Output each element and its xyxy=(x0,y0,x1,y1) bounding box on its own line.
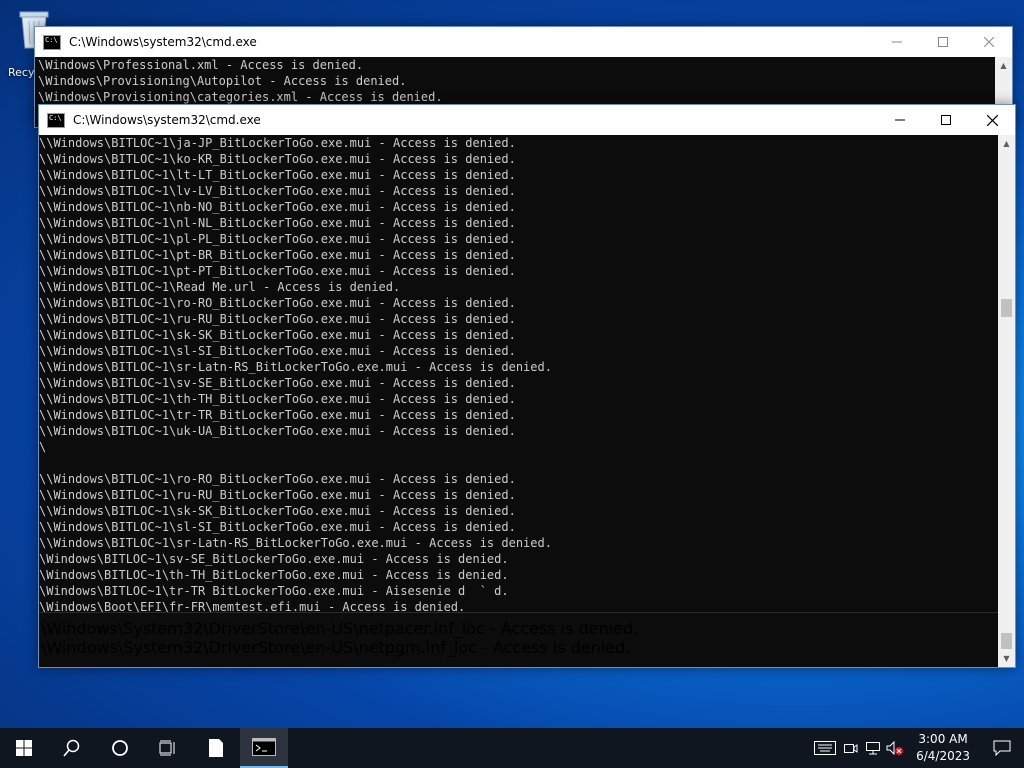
maximize-button[interactable] xyxy=(920,27,966,57)
console-line: \\Windows\BITLOC~1\ja-JP_BitLockerToGo.e… xyxy=(39,136,516,150)
console-line: \\Windows\BITLOC~1\sv-SE_BitLockerToGo.e… xyxy=(39,376,516,390)
console-line: \\Windows\BITLOC~1\pt-PT_BitLockerToGo.e… xyxy=(39,264,516,278)
scroll-down-arrow-icon[interactable]: ▼ xyxy=(998,650,1015,667)
console-line: \\Windows\BITLOC~1\sk-SK_BitLockerToGo.e… xyxy=(39,328,516,342)
network-icon[interactable] xyxy=(862,728,884,768)
console-line: \\Windows\BITLOC~1\sr-Latn-RS_BitLockerT… xyxy=(39,360,552,374)
console-line: \\Windows\BITLOC~1\th-TH_BitLockerToGo.e… xyxy=(39,392,516,406)
console-line: \Windows\BITLOC~1\sv-SE_BitLockerToGo.ex… xyxy=(39,552,509,566)
front-window-title: C:\Windows\system32\cmd.exe xyxy=(73,113,261,127)
console-line: \Windows\Provisioning\categories.xml - A… xyxy=(38,90,443,104)
cmd-app-icon xyxy=(43,34,61,50)
console-line: \\Windows\BITLOC~1\ro-RO_BitLockerToGo.e… xyxy=(39,472,516,486)
console-line: \\Windows\BITLOC~1\lv-LV_BitLockerToGo.e… xyxy=(39,184,516,198)
notification-icon xyxy=(993,740,1011,756)
console-line: \Windows\System32\DriverStore\en-US\netp… xyxy=(41,619,639,638)
action-center-button[interactable] xyxy=(980,728,1024,768)
maximize-icon xyxy=(941,115,951,125)
console-line: \\Windows\BITLOC~1\sl-SI_BitLockerToGo.e… xyxy=(39,520,516,534)
console-line: \\Windows\BITLOC~1\sr-Latn-RS_BitLockerT… xyxy=(39,536,552,550)
maximize-icon xyxy=(938,37,948,47)
task-view-button[interactable] xyxy=(144,728,192,768)
front-console-output[interactable]: \\Windows\BITLOC~1\ja-JP_BitLockerToGo.e… xyxy=(39,135,998,615)
console-line: \\Windows\BITLOC~1\pl-PL_BitLockerToGo.e… xyxy=(39,232,516,246)
cmd-window-front[interactable]: C:\Windows\system32\cmd.exe \\Windows\BI… xyxy=(38,104,1016,668)
cmd-taskbar-icon xyxy=(252,738,276,756)
console-line: \Windows\System32\DriverStore\en-US\netp… xyxy=(41,638,631,657)
minimize-icon xyxy=(892,41,902,43)
console-line: \\Windows\BITLOC~1\ro-RO_BitLockerToGo.e… xyxy=(39,296,516,310)
console-line: \Windows\Provisioning\Autopilot - Access… xyxy=(38,74,407,88)
taskbar-cmd[interactable] xyxy=(240,728,288,768)
console-line: \Windows\BITLOC~1\tr-TR BitLockerToGo.ex… xyxy=(39,584,509,598)
scroll-up-arrow-icon[interactable]: ▲ xyxy=(998,135,1015,152)
close-icon xyxy=(986,114,998,126)
console-line: \\Windows\BITLOC~1\ru-RU_BitLockerToGo.e… xyxy=(39,312,516,326)
volume-muted-icon[interactable] xyxy=(884,728,906,768)
minimize-icon xyxy=(895,119,905,121)
console-line: \\Windows\BITLOC~1\nl-NL_BitLockerToGo.e… xyxy=(39,216,516,230)
scroll-up-arrow-icon[interactable]: ▲ xyxy=(995,57,1012,74)
clock-date: 6/4/2023 xyxy=(916,749,970,763)
console-line: \\Windows\BITLOC~1\nb-NO_BitLockerToGo.e… xyxy=(39,200,516,214)
console-line: \\Windows\BITLOC~1\pt-BR_BitLockerToGo.e… xyxy=(39,248,516,262)
minimize-button[interactable] xyxy=(877,105,923,135)
clock-time: 3:00 AM xyxy=(918,732,968,746)
console-line: \\Windows\BITLOC~1\ru-RU_BitLockerToGo.e… xyxy=(39,488,516,502)
console-line: \\Windows\BITLOC~1\uk-UA_BitLockerToGo.e… xyxy=(39,424,516,438)
maximize-button[interactable] xyxy=(923,105,969,135)
cortana-circle-icon xyxy=(112,740,128,756)
cortana-button[interactable] xyxy=(96,728,144,768)
keyboard-icon[interactable] xyxy=(810,728,840,768)
close-button[interactable] xyxy=(969,105,1015,135)
system-tray: 3:00 AM 6/4/2023 xyxy=(810,728,1024,768)
console-overflow-output[interactable]: \Windows\System32\DriverStore\en-US\netp… xyxy=(39,612,998,659)
search-button[interactable] xyxy=(48,728,96,768)
document-icon xyxy=(209,739,223,757)
console-line: \Windows\BITLOC~1\th-TH_BitLockerToGo.ex… xyxy=(39,568,509,582)
back-window-titlebar[interactable]: C:\Windows\system32\cmd.exe xyxy=(35,27,1012,57)
scrollbar-thumb[interactable] xyxy=(1001,299,1012,317)
task-view-icon xyxy=(159,740,175,756)
meet-now-icon[interactable] xyxy=(840,728,862,768)
minimize-button[interactable] xyxy=(874,27,920,57)
taskbar: 3:00 AM 6/4/2023 xyxy=(0,728,1024,768)
console-line: \\Windows\BITLOC~1\lt-LT_BitLockerToGo.e… xyxy=(39,168,516,182)
console-line: \\Windows\BITLOC~1\sk-SK_BitLockerToGo.e… xyxy=(39,504,516,518)
cmd-app-icon xyxy=(47,112,65,128)
console-line: \ xyxy=(39,440,47,454)
console-line: \Windows\Professional.xml - Access is de… xyxy=(38,58,364,72)
front-window-titlebar[interactable]: C:\Windows\system32\cmd.exe xyxy=(39,105,1015,135)
search-icon xyxy=(63,739,80,757)
scrollbar-thumb-lower[interactable] xyxy=(1001,633,1012,649)
console-line: \\Windows\BITLOC~1\tr-TR_BitLockerToGo.e… xyxy=(39,408,516,422)
start-button[interactable] xyxy=(0,728,48,768)
close-icon xyxy=(984,37,994,47)
taskbar-file-explorer[interactable] xyxy=(192,728,240,768)
close-button[interactable] xyxy=(966,27,1012,57)
windows-logo-icon xyxy=(16,740,32,756)
console-line: \\Windows\BITLOC~1\ko-KR_BitLockerToGo.e… xyxy=(39,152,516,166)
taskbar-clock[interactable]: 3:00 AM 6/4/2023 xyxy=(906,731,980,765)
back-window-title: C:\Windows\system32\cmd.exe xyxy=(69,35,257,49)
front-scrollbar[interactable]: ▲ ▼ xyxy=(998,135,1015,667)
console-line: \\Windows\BITLOC~1\Read Me.url - Access … xyxy=(39,280,401,294)
console-line: \\Windows\BITLOC~1\sl-SI_BitLockerToGo.e… xyxy=(39,344,516,358)
